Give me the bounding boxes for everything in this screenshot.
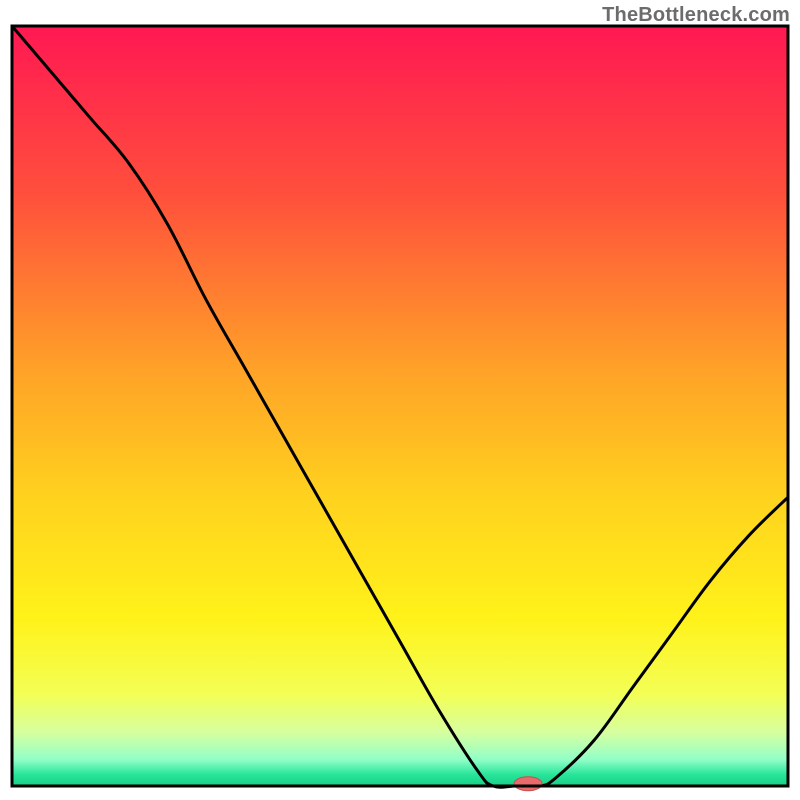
gradient-background (12, 26, 788, 786)
optimal-point-marker (514, 777, 542, 791)
bottleneck-chart (0, 0, 800, 800)
